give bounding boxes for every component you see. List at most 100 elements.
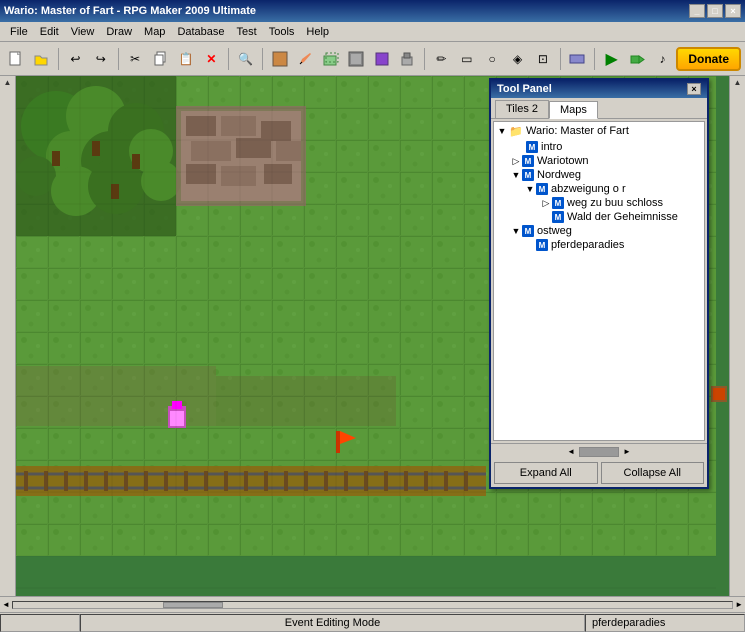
minimize-button[interactable]: _ bbox=[689, 4, 705, 18]
status-editing-mode: Event Editing Mode bbox=[80, 614, 585, 632]
scroll-left-arrow-icon: ▲ bbox=[4, 78, 12, 87]
tab-tiles2[interactable]: Tiles 2 bbox=[495, 100, 549, 118]
pencil2-button[interactable]: ✏ bbox=[430, 47, 453, 71]
audio-button[interactable]: ♪ bbox=[651, 47, 674, 71]
layer3-button[interactable] bbox=[345, 47, 368, 71]
copy-button[interactable] bbox=[149, 47, 172, 71]
tree-wald[interactable]: M Wald der Geheimnisse bbox=[494, 210, 704, 224]
menu-edit[interactable]: Edit bbox=[34, 24, 65, 40]
tree-wariotown-arrow-icon: ▷ bbox=[510, 156, 522, 167]
close-button[interactable]: × bbox=[725, 4, 741, 18]
tree-weg-label: weg zu buu schloss bbox=[567, 197, 663, 209]
tree-abzweigung-arrow-icon: ▼ bbox=[524, 184, 536, 194]
menu-help[interactable]: Help bbox=[300, 24, 335, 40]
pencil-button[interactable] bbox=[294, 47, 317, 71]
toolbar-sep-6 bbox=[560, 48, 561, 70]
tree-root-arrow-icon: ▼ bbox=[496, 126, 508, 136]
tree-intro-label: intro bbox=[541, 141, 562, 153]
tile-button[interactable] bbox=[268, 47, 291, 71]
layer2-button[interactable] bbox=[319, 47, 342, 71]
tree-abzweigung[interactable]: ▼ M abzweigung o r bbox=[494, 182, 704, 196]
toolbar-sep-2 bbox=[118, 48, 119, 70]
tree-root[interactable]: ▼ 📁 Wario: Master of Fart bbox=[494, 122, 704, 140]
select-button[interactable]: ⊡ bbox=[531, 47, 554, 71]
menu-tools[interactable]: Tools bbox=[263, 24, 301, 40]
open-button[interactable] bbox=[29, 47, 52, 71]
tool-panel: Tool Panel × Tiles 2 Maps ▼ 📁 Wario: Mas… bbox=[489, 78, 709, 489]
menu-test[interactable]: Test bbox=[231, 24, 263, 40]
scroll-thumb[interactable] bbox=[579, 447, 619, 457]
collapse-all-button[interactable]: Collapse All bbox=[601, 462, 705, 484]
title-bar: Wario: Master of Fart - RPG Maker 2009 U… bbox=[0, 0, 745, 22]
scroll-right-icon: ► bbox=[623, 447, 631, 456]
tool-panel-title-text: Tool Panel bbox=[497, 83, 552, 95]
stamp-button[interactable] bbox=[395, 47, 418, 71]
tree-intro[interactable]: M intro bbox=[494, 140, 704, 154]
tree-nordweg-arrow-icon: ▼ bbox=[510, 170, 522, 180]
expand-all-button[interactable]: Expand All bbox=[494, 462, 598, 484]
toolbar: ↩ ↪ ✂ 📋 ✕ 🔍 ✏ ▭ ○ ◈ ⊡ ▶ ♪ Donate bbox=[0, 42, 745, 76]
undo-button[interactable]: ↩ bbox=[64, 47, 87, 71]
title-bar-controls: _ □ × bbox=[689, 4, 741, 18]
left-scroll[interactable]: ▲ bbox=[0, 76, 16, 596]
editing-mode-text: Event Editing Mode bbox=[285, 617, 380, 629]
record-button[interactable] bbox=[625, 47, 648, 71]
status-current-map: pferdeparadies bbox=[585, 614, 745, 632]
layer-copy-button[interactable] bbox=[370, 47, 393, 71]
scroll-left-icon: ◄ bbox=[567, 447, 575, 456]
delete-button[interactable]: ✕ bbox=[200, 47, 223, 71]
tree-wald-label: Wald der Geheimnisse bbox=[567, 211, 678, 223]
tool-panel-close-button[interactable]: × bbox=[687, 83, 701, 95]
tree-pferdeparadies-label: pferdeparadies bbox=[551, 239, 624, 251]
tree-ostweg-badge: M bbox=[522, 225, 534, 237]
cut-button[interactable]: ✂ bbox=[124, 47, 147, 71]
new-button[interactable] bbox=[4, 47, 27, 71]
right-scroll[interactable]: ▲ bbox=[729, 76, 745, 596]
menu-file[interactable]: File bbox=[4, 24, 34, 40]
donate-button[interactable]: Donate bbox=[676, 47, 741, 71]
status-left bbox=[0, 614, 80, 632]
menu-view[interactable]: View bbox=[65, 24, 101, 40]
tree-nordweg-label: Nordweg bbox=[537, 169, 581, 181]
toolbar-sep-3 bbox=[228, 48, 229, 70]
tree-pferdeparadies[interactable]: M pferdeparadies bbox=[494, 238, 704, 252]
redo-button[interactable]: ↪ bbox=[89, 47, 112, 71]
menu-map[interactable]: Map bbox=[138, 24, 171, 40]
menu-database[interactable]: Database bbox=[171, 24, 230, 40]
tool-panel-title-bar: Tool Panel × bbox=[491, 80, 707, 98]
zoom-button[interactable] bbox=[566, 47, 589, 71]
tree-wariotown[interactable]: ▷ M Wariotown bbox=[494, 154, 704, 168]
tab-maps[interactable]: Maps bbox=[549, 101, 598, 119]
tree-weg[interactable]: ▷ M weg zu buu schloss bbox=[494, 196, 704, 210]
tree-ostweg-arrow-icon: ▼ bbox=[510, 226, 522, 236]
tree-ostweg[interactable]: ▼ M ostweg bbox=[494, 224, 704, 238]
menu-bar: File Edit View Draw Map Database Test To… bbox=[0, 22, 745, 42]
tree-ostweg-label: ostweg bbox=[537, 225, 572, 237]
search-button[interactable]: 🔍 bbox=[234, 47, 257, 71]
tree-wariotown-label: Wariotown bbox=[537, 155, 589, 167]
maximize-button[interactable]: □ bbox=[707, 4, 723, 18]
tree-root-label: Wario: Master of Fart bbox=[526, 125, 629, 137]
tree-intro-badge: M bbox=[526, 141, 538, 153]
tool-panel-tabs: Tiles 2 Maps bbox=[491, 98, 707, 119]
hscroll-left-icon: ◄ bbox=[2, 600, 10, 609]
tree-weg-badge: M bbox=[552, 197, 564, 209]
current-map-text: pferdeparadies bbox=[592, 617, 665, 629]
folder-icon: 📁 bbox=[508, 123, 524, 139]
tree-nordweg[interactable]: ▼ M Nordweg bbox=[494, 168, 704, 182]
horizontal-scrollbar[interactable]: ◄ ► bbox=[0, 596, 745, 612]
circle-button[interactable]: ○ bbox=[480, 47, 503, 71]
hscroll-thumb[interactable] bbox=[163, 602, 223, 608]
tool-panel-footer: Expand All Collapse All bbox=[491, 459, 707, 487]
rect-button[interactable]: ▭ bbox=[455, 47, 478, 71]
tree-weg-arrow-icon: ▷ bbox=[540, 198, 552, 209]
toolbar-sep-5 bbox=[424, 48, 425, 70]
menu-draw[interactable]: Draw bbox=[100, 24, 138, 40]
tool-panel-scrollbar[interactable]: ◄ ► bbox=[491, 443, 707, 459]
play-button[interactable]: ▶ bbox=[600, 47, 623, 71]
title-bar-title: Wario: Master of Fart - RPG Maker 2009 U… bbox=[4, 5, 256, 17]
tree-pferdeparadies-badge: M bbox=[536, 239, 548, 251]
paste-button[interactable]: 📋 bbox=[174, 47, 197, 71]
fill-button[interactable]: ◈ bbox=[506, 47, 529, 71]
tree-abzweigung-badge: M bbox=[536, 183, 548, 195]
